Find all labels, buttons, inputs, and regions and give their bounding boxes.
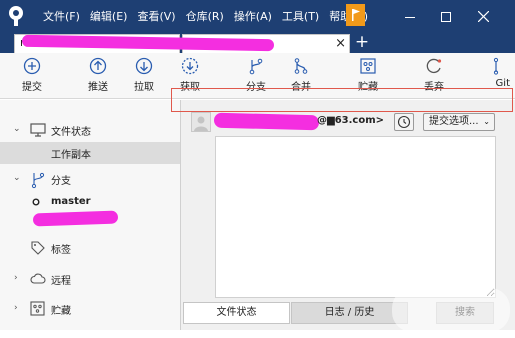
push-button[interactable]: 推送 bbox=[76, 57, 120, 97]
commit-plus-icon bbox=[23, 57, 41, 75]
sidebar-stashes-label: 贮藏 bbox=[51, 306, 71, 317]
avatar-placeholder-icon bbox=[194, 116, 208, 131]
commit-history-button[interactable] bbox=[394, 113, 414, 131]
menu-view[interactable]: 查看(V) bbox=[132, 0, 180, 33]
merge-icon bbox=[294, 58, 308, 74]
current-branch-dot-icon bbox=[32, 198, 40, 206]
stash-icon bbox=[360, 58, 376, 74]
commit-options-dropdown[interactable]: 提交选项... ⌄ bbox=[423, 113, 495, 131]
highlight-box bbox=[171, 88, 513, 112]
cloud-icon bbox=[30, 273, 46, 284]
branch-icon bbox=[249, 58, 263, 75]
menu-file[interactable]: 文件(F) bbox=[38, 0, 85, 33]
sidebar-stashes[interactable]: › 贮藏 bbox=[0, 298, 180, 320]
commit-options-label: 提交选项... bbox=[429, 116, 479, 127]
menu-actions[interactable]: 操作(A) bbox=[229, 0, 277, 33]
git-flow-icon bbox=[493, 57, 499, 75]
sidebar-file-status-label: 文件状态 bbox=[51, 127, 91, 138]
close-icon bbox=[478, 11, 489, 22]
tab-close-icon[interactable]: × bbox=[335, 36, 346, 51]
chevron-right-icon[interactable]: › bbox=[14, 273, 24, 283]
sidebar-branch-master-label: master bbox=[51, 196, 91, 207]
avatar bbox=[191, 112, 211, 132]
flag-button[interactable] bbox=[346, 4, 365, 26]
close-window-button[interactable] bbox=[466, 0, 501, 33]
monitor-icon bbox=[30, 123, 46, 137]
pull-arrow-down-icon bbox=[135, 57, 153, 75]
new-tab-button[interactable]: + bbox=[353, 34, 371, 51]
sidebar-tags[interactable]: 标签 bbox=[0, 237, 180, 259]
chevron-down-icon[interactable]: ⌄ bbox=[13, 173, 23, 183]
sidebar-remotes-label: 远程 bbox=[51, 276, 71, 287]
minimize-icon bbox=[404, 16, 415, 18]
chevron-down-icon[interactable]: ⌄ bbox=[13, 124, 23, 134]
minimize-button[interactable] bbox=[392, 0, 427, 33]
commit-message-input[interactable] bbox=[215, 136, 496, 298]
redaction-author-name bbox=[213, 112, 320, 131]
watermark-overlay bbox=[392, 288, 510, 332]
push-label: 推送 bbox=[88, 82, 108, 93]
sourcetree-logo-icon bbox=[9, 6, 23, 26]
clock-icon bbox=[397, 115, 411, 129]
chevron-down-icon: ⌄ bbox=[483, 117, 490, 126]
sidebar-tags-label: 标签 bbox=[51, 245, 71, 256]
sidebar-file-status[interactable]: ⌄ 文件状态 bbox=[0, 119, 180, 141]
pull-label: 拉取 bbox=[134, 82, 154, 93]
sidebar-working-copy-label: 工作副本 bbox=[51, 150, 91, 161]
commit-label: 提交 bbox=[22, 82, 42, 93]
maximize-button[interactable] bbox=[428, 0, 463, 33]
fetch-icon bbox=[181, 57, 199, 75]
tab-file-status[interactable]: 文件状态 bbox=[183, 302, 290, 324]
discard-icon bbox=[426, 58, 442, 74]
push-arrow-up-icon bbox=[89, 57, 107, 75]
stash-icon bbox=[30, 301, 45, 316]
menu-tools[interactable]: 工具(T) bbox=[277, 0, 324, 33]
flag-icon bbox=[352, 9, 360, 21]
pull-button[interactable]: 拉取 bbox=[122, 57, 166, 97]
menu-edit[interactable]: 编辑(E) bbox=[85, 0, 133, 33]
sidebar-branches[interactable]: ⌄ 分支 bbox=[0, 168, 180, 190]
menu-repository[interactable]: 仓库(R) bbox=[181, 0, 229, 33]
commit-author-email: @▆63.com> bbox=[317, 115, 385, 126]
chevron-right-icon[interactable]: › bbox=[14, 303, 24, 313]
maximize-icon bbox=[440, 11, 451, 22]
branch-icon bbox=[31, 172, 45, 189]
sidebar-branches-label: 分支 bbox=[51, 176, 71, 187]
sidebar-remotes[interactable]: › 远程 bbox=[0, 268, 180, 290]
commit-button[interactable]: 提交 bbox=[10, 57, 54, 97]
sidebar-working-copy[interactable]: 工作副本 bbox=[0, 142, 180, 164]
tab-log-history[interactable]: 日志 / 历史 bbox=[291, 302, 408, 324]
title-bar: 文件(F) 编辑(E) 查看(V) 仓库(R) 操作(A) 工具(T) 帮助(H… bbox=[0, 0, 515, 33]
tag-icon bbox=[31, 241, 45, 255]
menu-bar: 文件(F) 编辑(E) 查看(V) 仓库(R) 操作(A) 工具(T) 帮助(H… bbox=[38, 0, 373, 33]
